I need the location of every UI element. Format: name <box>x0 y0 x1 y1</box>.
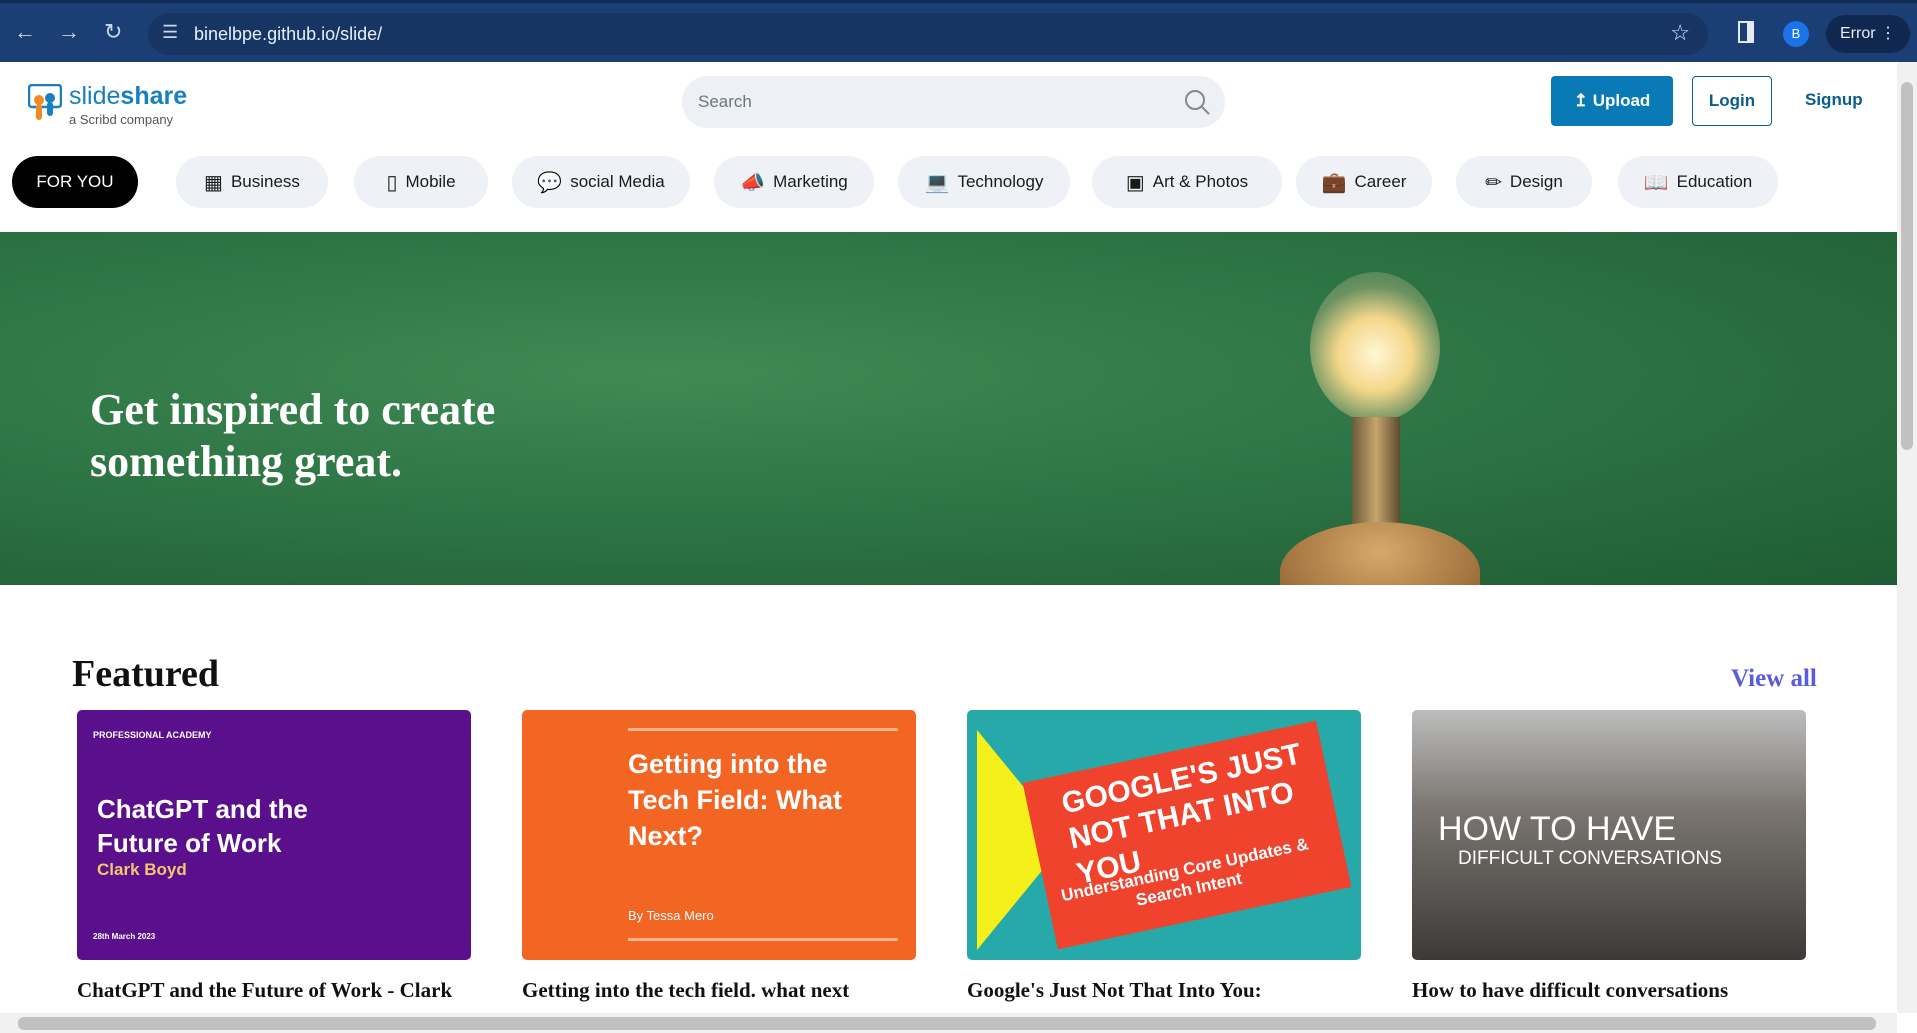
monitor-icon: 💻 <box>924 171 950 194</box>
category-technology[interactable]: 💻 Technology <box>898 156 1070 208</box>
horizontal-scrollbar[interactable] <box>0 1013 1897 1033</box>
bulb-socket <box>1352 417 1400 527</box>
logo-mark-icon <box>28 84 62 120</box>
featured-card-title[interactable]: How to have difficult conversations <box>1412 978 1728 1003</box>
category-education[interactable]: 📖 Education <box>1618 156 1778 208</box>
back-icon[interactable]: ← <box>14 19 36 45</box>
bookmark-star-icon[interactable]: ☆ <box>1670 20 1690 46</box>
category-art-photos[interactable]: ▣ Art & Photos <box>1092 156 1282 208</box>
lamp-base <box>1280 522 1480 585</box>
featured-card-title[interactable]: Getting into the tech field. what next <box>522 978 849 1003</box>
featured-card-thumbnail[interactable]: Getting into the Tech Field: What Next? … <box>522 710 916 960</box>
site-info-icon[interactable]: ☰ <box>162 22 178 43</box>
upload-button[interactable]: ↥ Upload <box>1551 76 1673 126</box>
side-panel-icon[interactable] <box>1738 21 1754 43</box>
login-button[interactable]: Login <box>1692 76 1772 126</box>
featured-card-title[interactable]: ChatGPT and the Future of Work - Clark <box>77 978 452 1003</box>
search-input[interactable]: Search <box>682 76 1225 128</box>
category-career[interactable]: 💼 Career <box>1296 156 1432 208</box>
image-icon: ▣ <box>1125 171 1145 194</box>
category-marketing[interactable]: 📣 Marketing <box>714 156 874 208</box>
reload-icon[interactable]: ↻ <box>104 19 122 45</box>
search-placeholder: Search <box>698 92 752 111</box>
category-business[interactable]: ▦ Business <box>176 156 328 208</box>
thumb-date: 28th March 2023 <box>93 932 156 941</box>
thumb-title: Getting into the Tech Field: What Next? <box>628 749 842 851</box>
featured-card-title[interactable]: Google's Just Not That Into You: <box>967 978 1262 1003</box>
briefcase-icon: 💼 <box>1321 171 1347 194</box>
category-mobile[interactable]: ▯ Mobile <box>354 156 488 208</box>
thumb-author: Clark Boyd <box>97 860 187 879</box>
featured-card-thumbnail[interactable]: PROFESSIONAL ACADEMY ChatGPT and the Fut… <box>77 710 471 960</box>
logo-subtitle: a Scribd company <box>69 112 174 127</box>
vertical-scrollbar[interactable] <box>1897 62 1917 1013</box>
thumb-title: HOW TO HAVE <box>1438 810 1677 848</box>
thumb-title: ChatGPT and the Future of Work <box>97 794 308 858</box>
url-text[interactable]: binelbpe.github.io/slide/ <box>194 24 382 45</box>
thumb-subtitle: DIFFICULT CONVERSATIONS <box>1458 848 1722 869</box>
book-icon: 📖 <box>1643 171 1669 194</box>
building-icon: ▦ <box>204 171 223 194</box>
phone-icon: ▯ <box>386 171 398 194</box>
logo-text: slideshare <box>69 82 188 110</box>
error-menu-button[interactable]: Error ⋮ <box>1826 15 1910 53</box>
featured-heading: Featured <box>72 653 220 695</box>
horizontal-scroll-thumb[interactable] <box>18 1017 1876 1030</box>
view-all-link[interactable]: View all <box>1731 665 1817 693</box>
address-bar[interactable]: ☰ binelbpe.github.io/slide/ ☆ <box>148 13 1708 55</box>
megaphone-icon: 📣 <box>740 171 766 194</box>
thumb-author: By Tessa Mero <box>628 908 714 923</box>
forward-icon[interactable]: → <box>58 19 80 45</box>
category-social-media[interactable]: 💬 social Media <box>512 156 690 208</box>
chat-icon: 💬 <box>537 171 563 194</box>
category-design[interactable]: ✏ Design <box>1456 156 1592 208</box>
vertical-scroll-thumb[interactable] <box>1901 82 1913 450</box>
thumb-org: PROFESSIONAL ACADEMY <box>93 730 212 740</box>
lightbulb-image <box>1310 272 1440 422</box>
browser-toolbar: ← → ↻ ☰ binelbpe.github.io/slide/ ☆ B Er… <box>0 0 1917 62</box>
hero-banner: Get inspired to create something great. <box>0 232 1897 585</box>
upload-icon: ↥ <box>1573 91 1588 110</box>
search-icon[interactable] <box>1183 88 1211 116</box>
signup-link[interactable]: Signup <box>1805 90 1863 110</box>
error-label: Error <box>1840 25 1876 42</box>
profile-avatar[interactable]: B <box>1783 21 1809 47</box>
featured-card-thumbnail[interactable]: GOOGLE'S JUST NOT THAT INTO YOU Understa… <box>967 710 1361 960</box>
brush-icon: ✏ <box>1485 171 1502 194</box>
featured-card-thumbnail[interactable]: HOW TO HAVE DIFFICULT CONVERSATIONS <box>1412 710 1806 960</box>
slideshare-logo[interactable]: slideshare a Scribd company <box>28 82 188 132</box>
site-header: slideshare a Scribd company Search ↥ Upl… <box>0 62 1897 232</box>
hero-headline: Get inspired to create something great. <box>90 385 496 486</box>
category-for-you[interactable]: FOR YOU <box>12 156 138 208</box>
